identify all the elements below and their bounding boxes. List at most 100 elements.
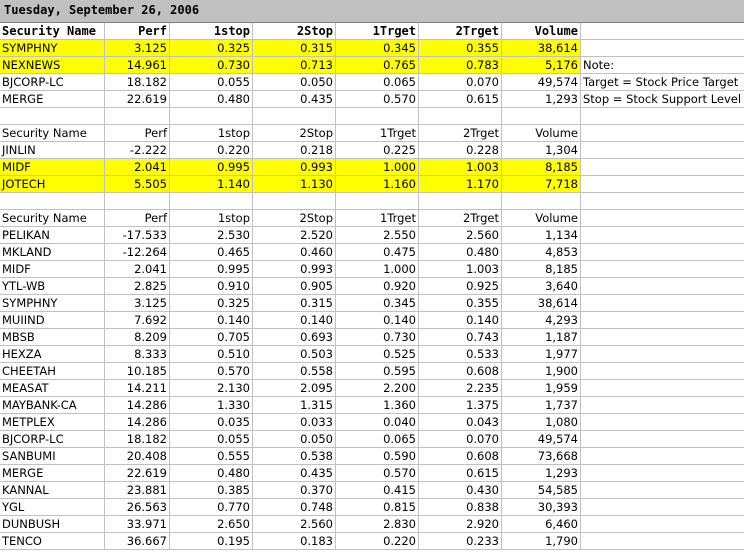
cell-perf[interactable]: 10.185: [105, 363, 170, 380]
cell-perf[interactable]: 18.182: [105, 74, 170, 91]
cell-vol[interactable]: 5,176: [502, 57, 581, 74]
cell-stop1[interactable]: 0.385: [170, 482, 253, 499]
cell-stop2[interactable]: 0.315: [253, 295, 336, 312]
cell-stop1[interactable]: 0.220: [170, 142, 253, 159]
cell-vol[interactable]: 1,304: [502, 142, 581, 159]
empty-cell[interactable]: [581, 193, 744, 210]
header-cell-vol[interactable]: Volume: [502, 210, 581, 227]
empty-cell[interactable]: [170, 193, 253, 210]
note-cell[interactable]: [581, 448, 744, 465]
cell-trg1[interactable]: 1.360: [336, 397, 419, 414]
cell-trg1[interactable]: 2.550: [336, 227, 419, 244]
cell-trg2[interactable]: 0.070: [419, 74, 502, 91]
cell-trg2[interactable]: 0.043: [419, 414, 502, 431]
cell-name[interactable]: JOTECH: [0, 176, 105, 193]
cell-trg1[interactable]: 0.920: [336, 278, 419, 295]
cell-stop2[interactable]: 0.460: [253, 244, 336, 261]
cell-trg2[interactable]: 0.838: [419, 499, 502, 516]
cell-name[interactable]: KANNAL: [0, 482, 105, 499]
cell-trg1[interactable]: 0.815: [336, 499, 419, 516]
note-cell[interactable]: [581, 23, 744, 40]
cell-stop1[interactable]: 2.530: [170, 227, 253, 244]
cell-stop2[interactable]: 0.033: [253, 414, 336, 431]
cell-stop2[interactable]: 1.130: [253, 176, 336, 193]
note-cell[interactable]: [581, 261, 744, 278]
cell-name[interactable]: MIDF: [0, 159, 105, 176]
cell-stop2[interactable]: 0.218: [253, 142, 336, 159]
cell-trg2[interactable]: 0.355: [419, 40, 502, 57]
cell-name[interactable]: BJCORP-LC: [0, 431, 105, 448]
cell-vol[interactable]: 1,293: [502, 465, 581, 482]
cell-stop1[interactable]: 0.555: [170, 448, 253, 465]
cell-name[interactable]: MKLAND: [0, 244, 105, 261]
cell-stop2[interactable]: 0.558: [253, 363, 336, 380]
cell-stop2[interactable]: 0.993: [253, 159, 336, 176]
cell-vol[interactable]: 7,718: [502, 176, 581, 193]
cell-trg2[interactable]: 0.925: [419, 278, 502, 295]
cell-vol[interactable]: 1,790: [502, 533, 581, 550]
cell-stop1[interactable]: 0.730: [170, 57, 253, 74]
cell-stop2[interactable]: 0.435: [253, 465, 336, 482]
cell-trg2[interactable]: 0.430: [419, 482, 502, 499]
cell-stop2[interactable]: 2.560: [253, 516, 336, 533]
cell-trg1[interactable]: 0.065: [336, 431, 419, 448]
empty-cell[interactable]: [581, 108, 744, 125]
cell-perf[interactable]: 20.408: [105, 448, 170, 465]
header-cell-trg2[interactable]: 2Trget: [419, 23, 502, 40]
cell-stop1[interactable]: 0.995: [170, 159, 253, 176]
cell-vol[interactable]: 1,959: [502, 380, 581, 397]
cell-perf[interactable]: 26.563: [105, 499, 170, 516]
cell-stop1[interactable]: 0.325: [170, 40, 253, 57]
empty-cell[interactable]: [419, 108, 502, 125]
note-cell[interactable]: Target = Stock Price Target: [581, 74, 744, 91]
cell-name[interactable]: PELIKAN: [0, 227, 105, 244]
cell-stop1[interactable]: 0.480: [170, 465, 253, 482]
header-cell-trg1[interactable]: 1Trget: [336, 210, 419, 227]
cell-stop1[interactable]: 0.910: [170, 278, 253, 295]
cell-vol[interactable]: 73,668: [502, 448, 581, 465]
header-cell-stop2[interactable]: 2Stop: [253, 125, 336, 142]
cell-stop1[interactable]: 0.055: [170, 74, 253, 91]
note-cell[interactable]: [581, 465, 744, 482]
cell-stop1[interactable]: 1.330: [170, 397, 253, 414]
cell-perf[interactable]: -12.264: [105, 244, 170, 261]
cell-trg1[interactable]: 0.415: [336, 482, 419, 499]
cell-name[interactable]: HEXZA: [0, 346, 105, 363]
empty-cell[interactable]: [170, 108, 253, 125]
header-cell-perf[interactable]: Perf: [105, 210, 170, 227]
cell-perf[interactable]: 3.125: [105, 295, 170, 312]
cell-trg2[interactable]: 0.140: [419, 312, 502, 329]
cell-perf[interactable]: 14.211: [105, 380, 170, 397]
cell-perf[interactable]: 23.881: [105, 482, 170, 499]
cell-name[interactable]: MERGE: [0, 91, 105, 108]
note-cell[interactable]: Note:: [581, 57, 744, 74]
empty-cell[interactable]: [502, 108, 581, 125]
note-cell[interactable]: [581, 210, 744, 227]
note-cell[interactable]: [581, 363, 744, 380]
empty-cell[interactable]: [0, 193, 105, 210]
cell-stop2[interactable]: 0.050: [253, 74, 336, 91]
cell-trg2[interactable]: 0.533: [419, 346, 502, 363]
note-cell[interactable]: [581, 159, 744, 176]
cell-perf[interactable]: 33.971: [105, 516, 170, 533]
cell-perf[interactable]: 7.692: [105, 312, 170, 329]
note-cell[interactable]: [581, 227, 744, 244]
cell-stop2[interactable]: 0.905: [253, 278, 336, 295]
cell-name[interactable]: YGL: [0, 499, 105, 516]
cell-vol[interactable]: 38,614: [502, 40, 581, 57]
header-cell-stop1[interactable]: 1stop: [170, 210, 253, 227]
cell-vol[interactable]: 49,574: [502, 74, 581, 91]
header-cell-trg1[interactable]: 1Trget: [336, 125, 419, 142]
cell-perf[interactable]: 2.041: [105, 261, 170, 278]
cell-trg1[interactable]: 1.000: [336, 261, 419, 278]
cell-name[interactable]: MEASAT: [0, 380, 105, 397]
cell-trg1[interactable]: 0.065: [336, 74, 419, 91]
cell-trg2[interactable]: 1.003: [419, 159, 502, 176]
cell-perf[interactable]: 8.209: [105, 329, 170, 346]
cell-stop1[interactable]: 0.465: [170, 244, 253, 261]
cell-stop2[interactable]: 0.748: [253, 499, 336, 516]
cell-stop2[interactable]: 0.435: [253, 91, 336, 108]
header-cell-name[interactable]: Security Name: [0, 23, 105, 40]
cell-stop1[interactable]: 2.130: [170, 380, 253, 397]
note-cell[interactable]: [581, 278, 744, 295]
